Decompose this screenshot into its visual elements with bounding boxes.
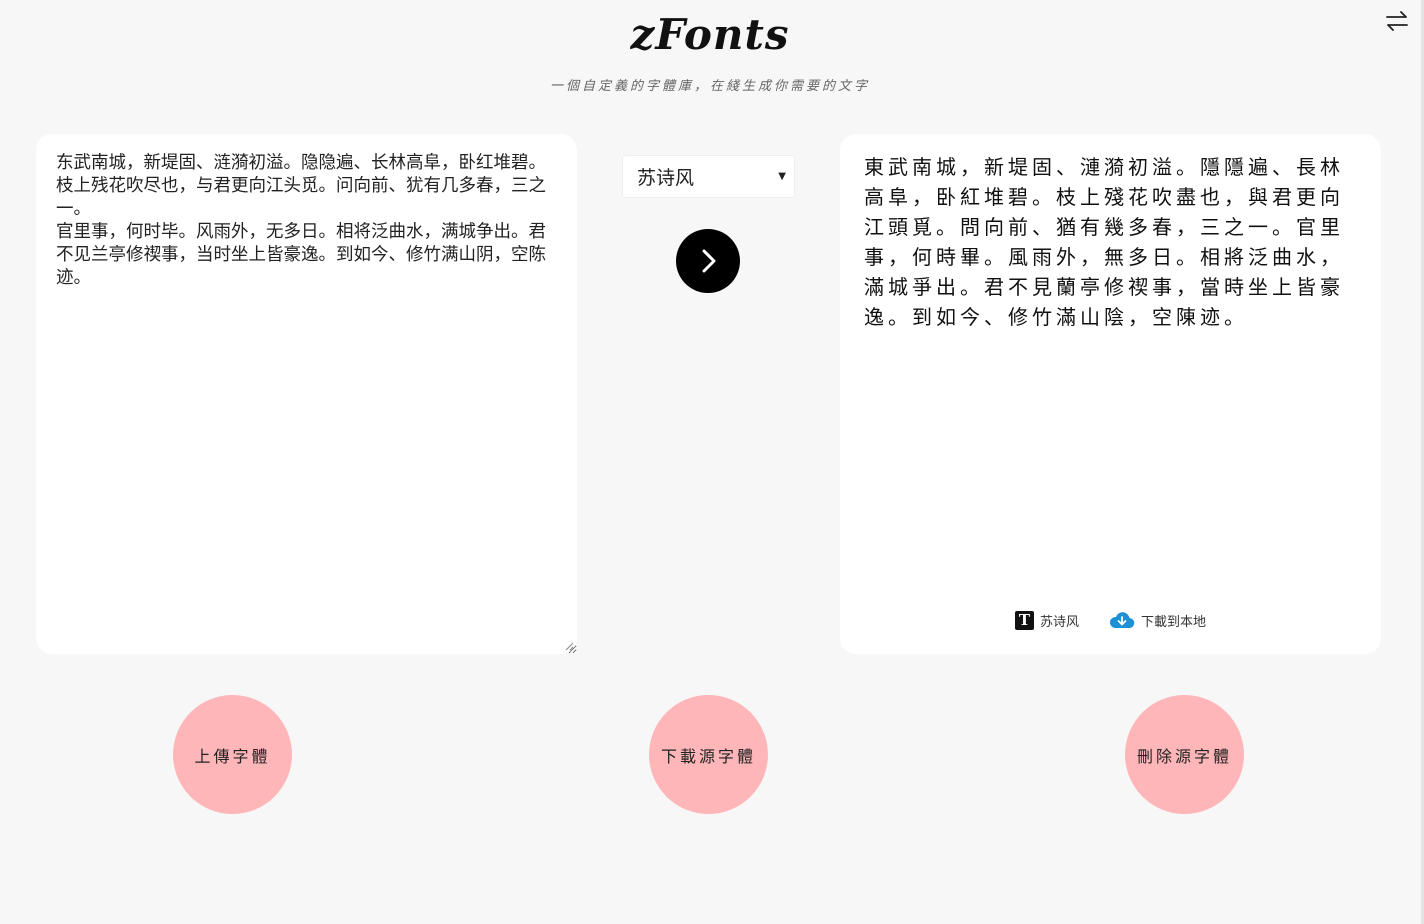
source-text-input[interactable]: 东武南城，新堤固、涟漪初溢。隐隐遍、长林高阜，卧红堆碧。枝上残花吹尽也，与君更向… [36, 134, 577, 654]
download-source-font-button[interactable]: 下載源字體 [649, 695, 768, 814]
preview-text: 東武南城，新堤固、漣漪初溢。隱隱遍、長林高阜，卧紅堆碧。枝上殘花吹盡也，與君更向… [864, 155, 1344, 329]
chevron-right-icon [702, 249, 716, 273]
source-panel: 东武南城，新堤固、涟漪初溢。隐隐遍、长林高阜，卧红堆碧。枝上残花吹尽也，与君更向… [36, 134, 577, 654]
preview-footer: T 苏诗风 下載到本地 [840, 610, 1381, 630]
font-t-icon: T [1014, 610, 1034, 630]
current-font-label: 苏诗风 [1039, 614, 1079, 630]
delete-source-font-button[interactable]: 刪除源字體 [1125, 695, 1244, 814]
cloud-download-icon [1109, 610, 1135, 630]
app-subtitle: 一個自定義的字體庫，在綫生成你需要的文字 [549, 79, 870, 94]
font-select-value: 苏诗风 [637, 167, 695, 189]
download-local-button[interactable]: 下載到本地 [1109, 610, 1206, 630]
current-font-indicator: T 苏诗风 [1014, 610, 1079, 630]
upload-font-button[interactable]: 上傳字體 [173, 695, 292, 814]
font-select[interactable]: 苏诗风 ▼ [622, 155, 795, 198]
resize-grip-icon[interactable] [565, 642, 574, 651]
app-logo: zFonts [630, 10, 790, 59]
preview-panel: 東武南城，新堤固、漣漪初溢。隱隱遍、長林高阜，卧紅堆碧。枝上殘花吹盡也，與君更向… [840, 134, 1381, 654]
caret-down-icon: ▼ [778, 171, 786, 182]
convert-button[interactable] [676, 229, 740, 293]
download-local-label: 下載到本地 [1141, 614, 1207, 630]
